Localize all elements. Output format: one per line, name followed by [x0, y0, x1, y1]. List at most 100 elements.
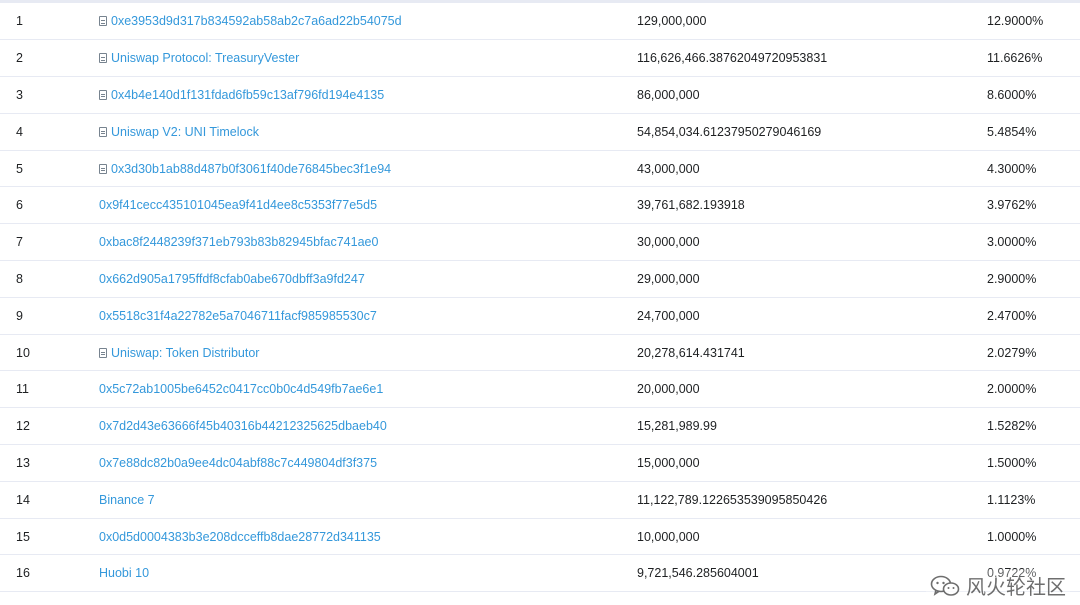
percentage-cell: 2.9000%	[987, 260, 1080, 298]
quantity-cell: 15,000,000	[637, 444, 987, 482]
token-holders-table: 1 0xe3953d9d317b834592ab58ab2c7a6ad22b540…	[0, 3, 1080, 593]
table-row: 1 0xe3953d9d317b834592ab58ab2c7a6ad22b540…	[0, 3, 1080, 41]
percentage-cell: 1.1123%	[987, 481, 1080, 519]
percentage-cell: 2.0000%	[987, 370, 1080, 409]
holder-address-link[interactable]: Huobi 10	[99, 566, 149, 580]
quantity-cell: 11,122,789.122653539095850426	[637, 481, 987, 519]
holder-address-link[interactable]: Binance 7	[99, 493, 155, 507]
holder-address-link[interactable]: 0xbac8f2448239f371eb793b83b82945bfac741a…	[99, 235, 378, 249]
table-row: 16 Huobi 10 9,721,546.285604001 0.9722%	[0, 554, 1080, 593]
holder-address-link[interactable]: 0x7d2d43e63666f45b40316b44212325625dbaeb…	[99, 419, 387, 433]
contract-file-icon	[99, 126, 107, 137]
rank-cell: 4	[0, 113, 99, 151]
address-cell: 0x0d5d0004383b3e208dcceffb8dae28772d3411…	[99, 518, 637, 556]
table-row: 6 0x9f41cecc435101045ea9f41d4ee8c5353f77e…	[0, 186, 1080, 225]
contract-file-icon	[99, 16, 107, 27]
wechat-icon	[930, 575, 960, 596]
address-cell: 0x662d905a1795ffdf8cfab0abe670dbff3a9fd2…	[99, 260, 637, 298]
table-row: 3 0x4b4e140d1f131fdad6fb59c13af796fd194e4…	[0, 76, 1080, 114]
address-cell: Uniswap: Token Distributor	[99, 334, 637, 372]
quantity-cell: 86,000,000	[637, 76, 987, 114]
rank-cell: 10	[0, 334, 99, 372]
percentage-cell: 1.0000%	[987, 518, 1080, 556]
percentage-cell: 1.5282%	[987, 407, 1080, 446]
quantity-cell: 39,761,682.193918	[637, 186, 987, 225]
rank-cell: 8	[0, 260, 99, 298]
table-row: 4 Uniswap V2: UNI Timelock 54,854,034.6123…	[0, 113, 1080, 151]
percentage-cell: 12.9000%	[987, 3, 1080, 41]
holder-address-link[interactable]: 0x9f41cecc435101045ea9f41d4ee8c5353f77e5…	[99, 198, 377, 212]
quantity-cell: 15,281,989.99	[637, 407, 987, 446]
holder-address-link[interactable]: 0x7e88dc82b0a9ee4dc04abf88c7c449804df3f3…	[99, 456, 377, 470]
rank-cell: 9	[0, 297, 99, 335]
quantity-cell: 43,000,000	[637, 150, 987, 188]
holder-address-link[interactable]: 0xe3953d9d317b834592ab58ab2c7a6ad22b5407…	[111, 14, 402, 28]
holder-address-link[interactable]: 0x4b4e140d1f131fdad6fb59c13af796fd194e41…	[111, 88, 384, 102]
address-cell: Huobi 10	[99, 554, 637, 593]
address-cell: 0xbac8f2448239f371eb793b83b82945bfac741a…	[99, 223, 637, 262]
holder-address-link[interactable]: Uniswap Protocol: TreasuryVester	[111, 51, 299, 65]
rank-cell: 5	[0, 150, 99, 188]
table-row: 8 0x662d905a1795ffdf8cfab0abe670dbff3a9fd…	[0, 260, 1080, 298]
quantity-cell: 10,000,000	[637, 518, 987, 556]
table-row: 14 Binance 7 11,122,789.122653539095850426…	[0, 481, 1080, 519]
rank-cell: 16	[0, 554, 99, 593]
quantity-cell: 29,000,000	[637, 260, 987, 298]
contract-file-icon	[99, 53, 107, 64]
quantity-cell: 30,000,000	[637, 223, 987, 262]
rank-cell: 13	[0, 444, 99, 482]
table-row: 7 0xbac8f2448239f371eb793b83b82945bfac741…	[0, 223, 1080, 262]
rank-cell: 15	[0, 518, 99, 556]
table-row: 5 0x3d30b1ab88d487b0f3061f40de76845bec3f1…	[0, 150, 1080, 188]
percentage-cell: 5.4854%	[987, 113, 1080, 151]
quantity-cell: 20,000,000	[637, 370, 987, 409]
address-cell: 0xe3953d9d317b834592ab58ab2c7a6ad22b5407…	[99, 3, 637, 41]
holder-address-link[interactable]: 0x0d5d0004383b3e208dcceffb8dae28772d3411…	[99, 530, 381, 544]
percentage-cell: 2.0279%	[987, 334, 1080, 372]
address-cell: 0x3d30b1ab88d487b0f3061f40de76845bec3f1e…	[99, 150, 637, 188]
rank-cell: 11	[0, 370, 99, 409]
address-cell: 0x5518c31f4a22782e5a7046711facf985985530…	[99, 297, 637, 335]
rank-cell: 14	[0, 481, 99, 519]
holder-address-link[interactable]: Uniswap: Token Distributor	[111, 346, 259, 360]
address-cell: Binance 7	[99, 481, 637, 519]
holder-address-link[interactable]: 0x662d905a1795ffdf8cfab0abe670dbff3a9fd2…	[99, 272, 365, 286]
holder-address-link[interactable]: 0x5c72ab1005be6452c0417cc0b0c4d549fb7ae6…	[99, 382, 383, 396]
percentage-cell: 3.0000%	[987, 223, 1080, 262]
percentage-cell: 8.6000%	[987, 76, 1080, 114]
token-holders-page: 1 0xe3953d9d317b834592ab58ab2c7a6ad22b540…	[0, 0, 1080, 605]
quantity-cell: 129,000,000	[637, 3, 987, 41]
percentage-cell: 2.4700%	[987, 297, 1080, 335]
table-row: 2 Uniswap Protocol: TreasuryVester 116,626…	[0, 39, 1080, 78]
rank-cell: 2	[0, 39, 99, 78]
rank-cell: 7	[0, 223, 99, 262]
quantity-cell: 116,626,466.38762049720953831	[637, 39, 987, 78]
address-cell: 0x7d2d43e63666f45b40316b44212325625dbaeb…	[99, 407, 637, 446]
address-cell: Uniswap Protocol: TreasuryVester	[99, 39, 637, 78]
rank-cell: 12	[0, 407, 99, 446]
quantity-cell: 24,700,000	[637, 297, 987, 335]
contract-file-icon	[99, 347, 107, 358]
table-row: 11 0x5c72ab1005be6452c0417cc0b0c4d549fb7a…	[0, 370, 1080, 409]
address-cell: 0x5c72ab1005be6452c0417cc0b0c4d549fb7ae6…	[99, 370, 637, 409]
address-cell: 0x7e88dc82b0a9ee4dc04abf88c7c449804df3f3…	[99, 444, 637, 482]
table-row: 12 0x7d2d43e63666f45b40316b44212325625dba…	[0, 407, 1080, 446]
percentage-cell: 3.9762%	[987, 186, 1080, 225]
address-cell: 0x9f41cecc435101045ea9f41d4ee8c5353f77e5…	[99, 186, 637, 225]
table-row: 15 0x0d5d0004383b3e208dcceffb8dae28772d34…	[0, 518, 1080, 556]
rank-cell: 1	[0, 3, 99, 41]
holders-table-body: 1 0xe3953d9d317b834592ab58ab2c7a6ad22b540…	[0, 3, 1080, 593]
quantity-cell: 54,854,034.61237950279046169	[637, 113, 987, 151]
holder-address-link[interactable]: 0x5518c31f4a22782e5a7046711facf985985530…	[99, 309, 377, 323]
holder-address-link[interactable]: 0x3d30b1ab88d487b0f3061f40de76845bec3f1e…	[111, 162, 391, 176]
address-cell: 0x4b4e140d1f131fdad6fb59c13af796fd194e41…	[99, 76, 637, 114]
quantity-cell: 20,278,614.431741	[637, 334, 987, 372]
holder-address-link[interactable]: Uniswap V2: UNI Timelock	[111, 125, 259, 139]
percentage-cell: 11.6626%	[987, 39, 1080, 78]
percentage-cell: 4.3000%	[987, 150, 1080, 188]
watermark: 风火轮社区	[926, 569, 1070, 602]
table-row: 9 0x5518c31f4a22782e5a7046711facf98598553…	[0, 297, 1080, 335]
watermark-text: 风火轮社区	[966, 575, 1066, 599]
address-cell: Uniswap V2: UNI Timelock	[99, 113, 637, 151]
percentage-cell: 1.5000%	[987, 444, 1080, 482]
